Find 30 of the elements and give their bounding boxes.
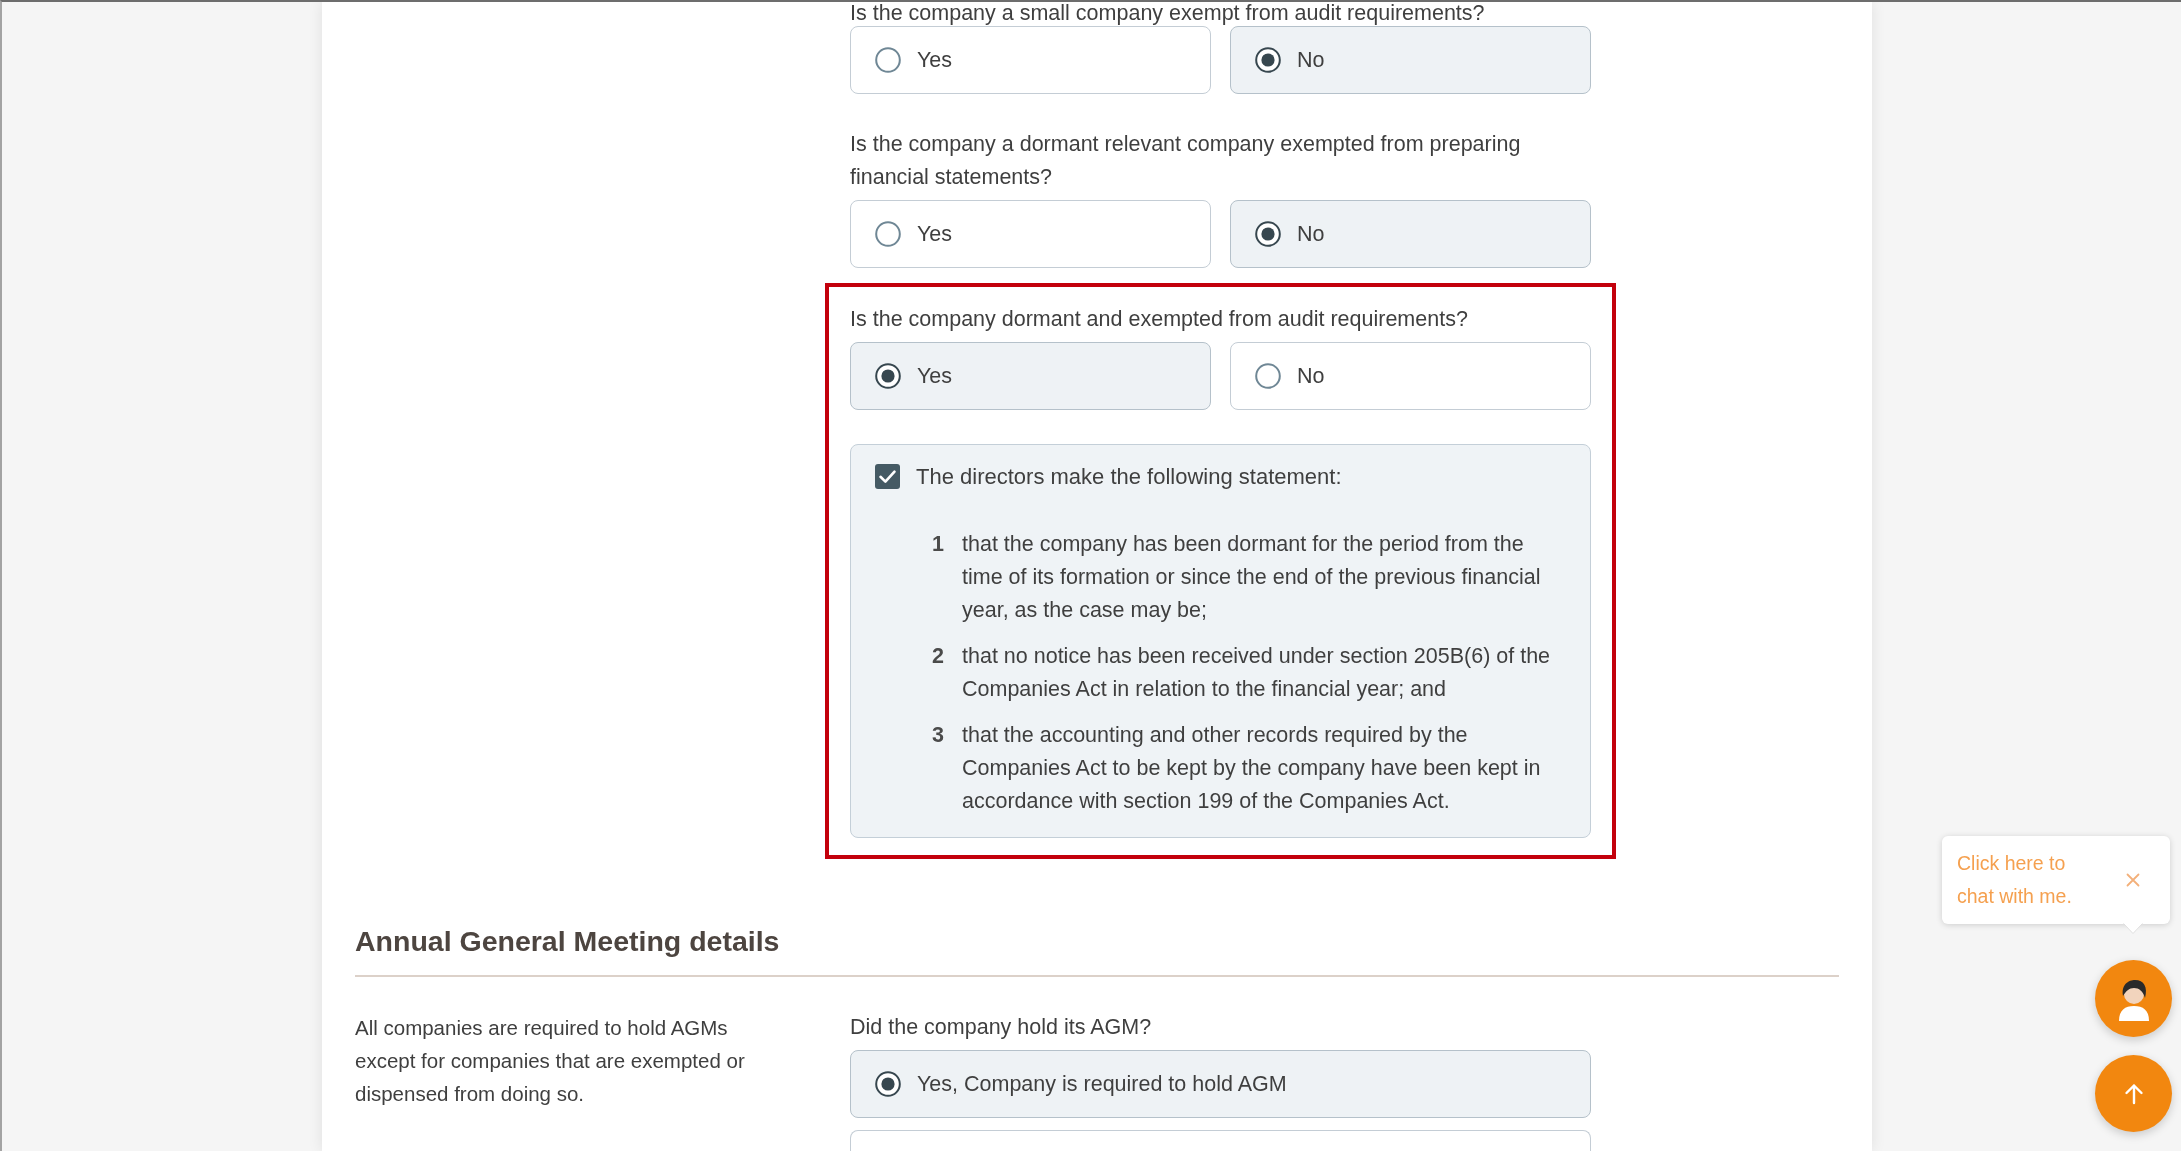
item-text: that no notice has been received under section 205B(6) of the Companies Act in relation to the financial year; and — [962, 643, 1552, 703]
radio-option[interactable]: No — [1230, 200, 1591, 268]
question-text: Did the company hold its AGM? — [850, 1014, 1153, 1041]
item-number: 2 — [932, 643, 945, 670]
radio-button[interactable] — [1255, 47, 1281, 73]
chat-button[interactable] — [2095, 960, 2172, 1037]
radio-button[interactable] — [1255, 363, 1281, 389]
section-description: All companies are required to hold AGMs except for companies that are exempted or dispensed from doing so. — [355, 1015, 746, 1107]
radio-option[interactable]: No — [1230, 26, 1591, 94]
radio-option[interactable]: Yes — [850, 200, 1211, 268]
radio-button[interactable] — [1255, 221, 1281, 247]
radio-option[interactable]: Yes — [850, 342, 1211, 410]
radio-option[interactable]: Yes, Company is required to hold AGM — [850, 1050, 1591, 1118]
radio-button[interactable] — [875, 221, 901, 247]
item-number: 3 — [932, 722, 945, 749]
item-number: 1 — [932, 531, 945, 558]
radio-option[interactable]: No — [1230, 342, 1591, 410]
question-text: Is the company a small company exempt from audit requirements? — [850, 2, 1486, 25]
radio-option[interactable] — [850, 1130, 1591, 1151]
item-text: that the accounting and other records required by the Companies Act to be kept by the company have been kept in accordance with section 199 of the Companies Act. — [962, 722, 1542, 815]
radio-option[interactable]: Yes — [850, 26, 1211, 94]
radio-button[interactable] — [875, 47, 901, 73]
radio-button[interactable] — [875, 363, 901, 389]
item-text: that the company has been dormant for the period from the time of its formation or since the end of the previous financial year, as the case may be; — [962, 531, 1542, 624]
section-heading: Annual General Meeting details — [355, 924, 1839, 977]
radio-button[interactable] — [875, 1071, 901, 1097]
question-text: Is the company a dormant relevant company exempted from preparing financial statements? — [850, 131, 1522, 191]
checkbox-label: The directors make the following statement: — [916, 463, 1342, 491]
checkbox[interactable] — [875, 464, 900, 489]
question-text: Is the company dormant and exempted from audit requirements? — [850, 306, 1469, 333]
